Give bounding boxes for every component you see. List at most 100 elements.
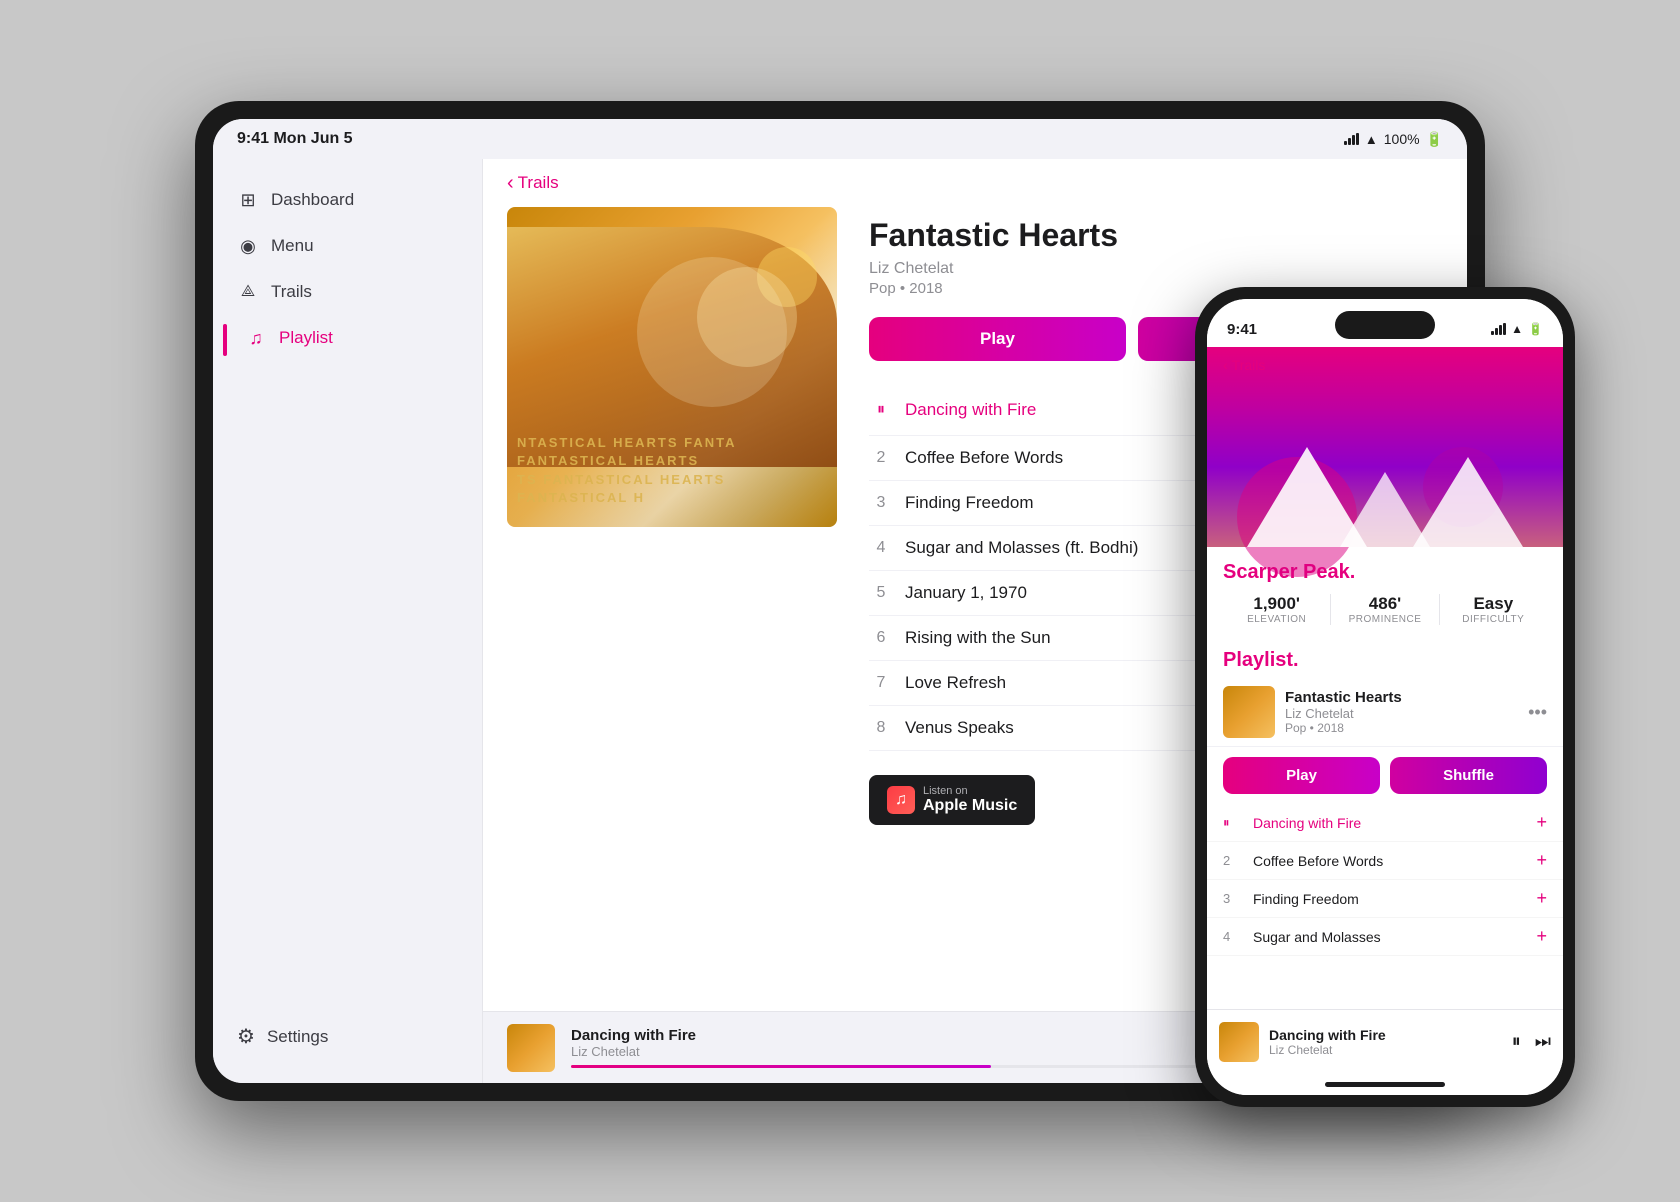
track-8-num: 8 — [869, 719, 893, 737]
phone-album-thumb — [1223, 686, 1275, 738]
phone-track-row-3[interactable]: 3 Finding Freedom + — [1207, 880, 1563, 918]
track-2-num: 2 — [869, 449, 893, 467]
tablet-status-bar: 9:41 Mon Jun 5 ▲ 100% 🔋 — [213, 119, 1467, 159]
phone-track-4-add[interactable]: + — [1536, 926, 1547, 947]
menu-icon: ◉ — [237, 235, 259, 257]
elevation-label: ELEVATION — [1223, 614, 1330, 625]
phone-action-row: Play Shuffle — [1207, 747, 1563, 804]
phone-track-row-1[interactable]: ⏸ Dancing with Fire + — [1207, 804, 1563, 842]
sidebar-item-dashboard[interactable]: ⊞ Dashboard — [223, 179, 472, 221]
difficulty-value: Easy — [1440, 594, 1547, 614]
battery-icon: 🔋 — [1426, 131, 1443, 148]
apple-music-icon: ♫ — [887, 786, 915, 814]
trails-icon: ⟁ — [237, 281, 259, 303]
phone-content: ‹ Trails Scarper Peak. 1,900' ELEVATIO — [1207, 347, 1563, 1095]
phone-mountains — [1207, 407, 1563, 547]
sidebar-item-playlist[interactable]: ♫ Playlist — [231, 317, 472, 359]
phone-track-3-name: Finding Freedom — [1253, 891, 1526, 907]
battery-percentage: 100% — [1384, 131, 1420, 147]
phone-play-button[interactable]: Play — [1223, 757, 1380, 794]
dashboard-icon: ⊞ — [237, 189, 259, 211]
phone-wifi-icon: ▲ — [1511, 322, 1523, 336]
album-title: Fantastic Hearts — [869, 217, 1443, 254]
album-artist: Liz Chetelat — [869, 260, 1443, 278]
phone-time: 9:41 — [1227, 321, 1257, 338]
phone-stat-elevation: 1,900' ELEVATION — [1223, 594, 1331, 625]
prominence-value: 486' — [1331, 594, 1438, 614]
phone-back-label: Trails — [1232, 357, 1266, 373]
phone-shuffle-button[interactable]: Shuffle — [1390, 757, 1547, 794]
sidebar-label-settings: Settings — [267, 1027, 328, 1047]
track-5-num: 5 — [869, 584, 893, 602]
phone-track-row-4[interactable]: 4 Sugar and Molasses + — [1207, 918, 1563, 956]
phone-device: 9:41 ▲ 🔋 ‹ Trails — [1195, 287, 1575, 1107]
track-7-num: 7 — [869, 674, 893, 692]
phone-track-2-num: 2 — [1223, 853, 1243, 868]
apple-music-label: Apple Music — [923, 797, 1017, 815]
sidebar-nav: ⊞ Dashboard ◉ Menu ⟁ Trails ♫ — [213, 179, 482, 1010]
playlist-icon: ♫ — [245, 327, 267, 349]
phone-album-info: Fantastic Hearts Liz Chetelat Pop • 2018 — [1285, 689, 1518, 735]
phone-home-bar — [1325, 1082, 1445, 1087]
phone-track-1-num: ⏸ — [1223, 815, 1243, 831]
sidebar-item-menu[interactable]: ◉ Menu — [223, 225, 472, 267]
active-indicator — [223, 324, 227, 356]
phone-hero: ‹ Trails — [1207, 347, 1563, 547]
phone-track-1-name: Dancing with Fire — [1253, 815, 1526, 831]
phone-signal-icon — [1491, 323, 1506, 335]
phone-album-more-button[interactable]: ••• — [1528, 702, 1547, 723]
phone-now-playing-bar: Dancing with Fire Liz Chetelat ⏸ ⏭ — [1207, 1009, 1563, 1073]
phone-track-3-num: 3 — [1223, 891, 1243, 906]
phone-trail-stats: 1,900' ELEVATION 486' PROMINENCE Easy DI… — [1223, 594, 1547, 625]
album-art: NTASTICAL HEARTS FANTA FANTASTICAL HEART… — [507, 207, 837, 527]
phone-home-indicator — [1207, 1073, 1563, 1095]
track-3-num: 3 — [869, 494, 893, 512]
sidebar-label-trails: Trails — [271, 282, 312, 302]
phone-track-list: ⏸ Dancing with Fire + 2 Coffee Before Wo… — [1207, 804, 1563, 1009]
phone-track-3-add[interactable]: + — [1536, 888, 1547, 909]
sidebar-label-menu: Menu — [271, 236, 314, 256]
phone-track-2-name: Coffee Before Words — [1253, 853, 1526, 869]
phone-status-icons: ▲ 🔋 — [1491, 322, 1543, 336]
phone-track-4-num: 4 — [1223, 929, 1243, 944]
album-art-text: NTASTICAL HEARTS FANTA FANTASTICAL HEART… — [517, 434, 827, 507]
track-1-num: ⏸ — [869, 401, 893, 419]
now-playing-thumb — [507, 1024, 555, 1072]
phone-battery-icon: 🔋 — [1528, 322, 1543, 336]
back-chevron-icon: ‹ — [507, 173, 514, 193]
signal-bars-icon — [1344, 133, 1359, 145]
progress-fill — [571, 1065, 991, 1068]
phone-ff-button[interactable]: ⏭ — [1535, 1031, 1551, 1052]
phone-track-row-2[interactable]: 2 Coffee Before Words + — [1207, 842, 1563, 880]
main-header: ‹ Trails — [483, 159, 1467, 207]
sidebar-label-playlist: Playlist — [279, 328, 333, 348]
phone-back-button[interactable]: ‹ Trails — [1207, 347, 1281, 383]
phone-status-bar: 9:41 ▲ 🔋 — [1207, 299, 1563, 347]
phone-track-2-add[interactable]: + — [1536, 850, 1547, 871]
phone-album-row: Fantastic Hearts Liz Chetelat Pop • 2018… — [1207, 678, 1563, 747]
sidebar: ⊞ Dashboard ◉ Menu ⟁ Trails ♫ — [213, 159, 483, 1083]
back-button[interactable]: ‹ Trails — [507, 173, 559, 193]
difficulty-label: DIFFICULTY — [1440, 614, 1547, 625]
phone-np-title: Dancing with Fire — [1269, 1027, 1502, 1043]
phone-playlist-header: Playlist. — [1207, 639, 1563, 678]
back-label: Trails — [518, 173, 559, 193]
sidebar-item-settings[interactable]: ⚙ Settings — [213, 1010, 482, 1063]
phone-screen: 9:41 ▲ 🔋 ‹ Trails — [1207, 299, 1563, 1095]
wifi-icon: ▲ — [1365, 132, 1378, 147]
phone-track-1-add[interactable]: + — [1536, 812, 1547, 833]
phone-album-title: Fantastic Hearts — [1285, 689, 1518, 706]
settings-icon: ⚙ — [237, 1024, 255, 1049]
phone-np-info: Dancing with Fire Liz Chetelat — [1269, 1027, 1502, 1057]
phone-track-4-name: Sugar and Molasses — [1253, 929, 1526, 945]
phone-pause-button[interactable]: ⏸ — [1512, 1031, 1521, 1052]
phone-stat-prominence: 486' PROMINENCE — [1331, 594, 1439, 625]
listen-on-label: Listen on — [923, 785, 1017, 797]
sidebar-item-trails[interactable]: ⟁ Trails — [223, 271, 472, 313]
apple-music-badge[interactable]: ♫ Listen on Apple Music — [869, 775, 1035, 825]
sidebar-label-dashboard: Dashboard — [271, 190, 354, 210]
tablet-time: 9:41 Mon Jun 5 — [237, 130, 353, 148]
play-button[interactable]: Play — [869, 317, 1126, 361]
mountain-right-icon — [1413, 457, 1523, 547]
prominence-label: PROMINENCE — [1331, 614, 1438, 625]
